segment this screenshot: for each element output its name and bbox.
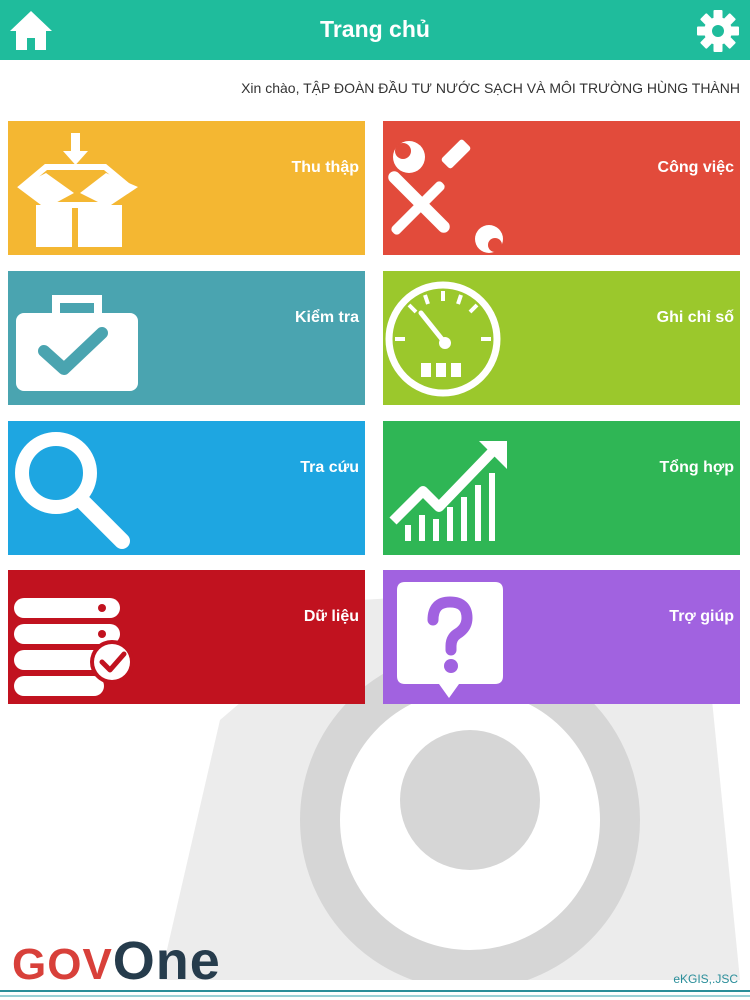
- tile-label: Công việc: [657, 159, 734, 176]
- logo-part-gov: GOV: [12, 940, 113, 989]
- tools-icon: [388, 139, 503, 253]
- database-check-icon: [14, 598, 134, 696]
- chart-growth-icon: [389, 441, 507, 541]
- app-header: Trang chủ: [0, 0, 750, 60]
- gear-icon[interactable]: [695, 8, 741, 54]
- tile-ghi-chi-so[interactable]: Ghi chỉ số: [383, 271, 740, 405]
- tile-label: Tra cứu: [300, 459, 359, 476]
- tile-label: Dữ liệu: [303, 608, 359, 625]
- tile-thu-thap[interactable]: Thu thập: [8, 121, 365, 255]
- tile-label: Tổng hợp: [659, 459, 734, 476]
- tile-kiem-tra[interactable]: Kiểm tra: [8, 271, 365, 405]
- tile-label: Kiểm tra: [294, 309, 359, 326]
- tile-label: Thu thập: [291, 159, 359, 176]
- tile-tong-hop[interactable]: Tổng hợp: [383, 421, 740, 555]
- tile-du-lieu[interactable]: Dữ liệu: [8, 570, 365, 704]
- tile-cong-viec[interactable]: Công việc: [383, 121, 740, 255]
- tile-tra-cuu[interactable]: Tra cứu: [8, 421, 365, 555]
- help-bubble-icon: [397, 582, 503, 698]
- search-icon: [15, 432, 130, 549]
- tile-tro-giup[interactable]: Trợ giúp: [383, 570, 740, 704]
- greeting-text: Xin chào, TẬP ĐOÀN ĐẦU TƯ NƯỚC SẠCH VÀ M…: [241, 80, 740, 96]
- company-brand: eKGIS,.JSC: [673, 972, 738, 986]
- footer-divider-bottom: [0, 995, 750, 997]
- logo-part-one: One: [112, 931, 221, 991]
- footer-divider: [0, 990, 750, 992]
- tile-label: Trợ giúp: [669, 608, 734, 625]
- package-download-icon: [17, 133, 138, 247]
- gauge-icon: [385, 281, 501, 397]
- govone-logo: GOVOne: [12, 930, 221, 992]
- briefcase-check-icon: [16, 295, 138, 391]
- page-title: Trang chủ: [320, 16, 430, 42]
- tile-label: Ghi chỉ số: [656, 309, 734, 326]
